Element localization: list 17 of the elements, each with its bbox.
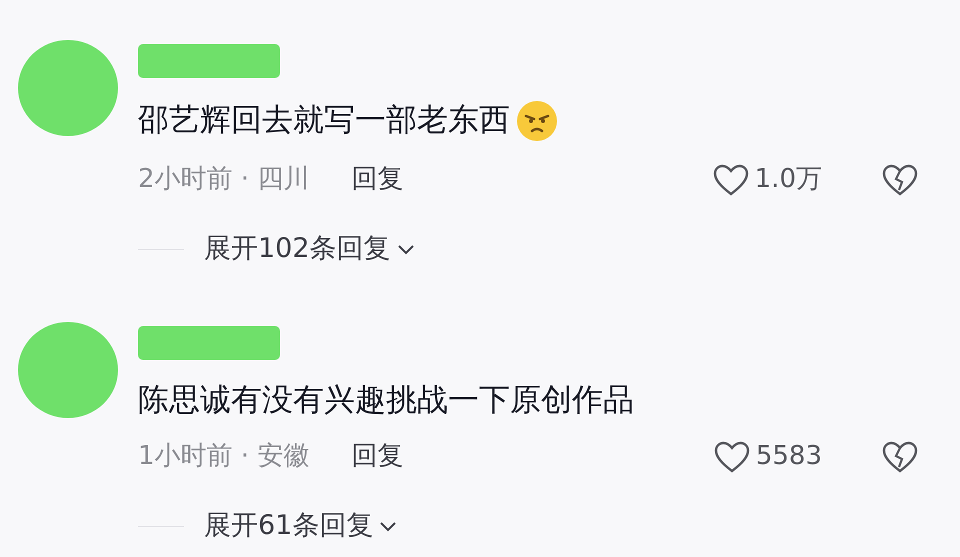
like-count: 5583 [756,440,822,474]
chevron-down-icon [396,243,415,256]
broken-heart-icon[interactable] [882,164,918,196]
heart-icon[interactable] [714,440,750,473]
time-location: 2小时前 · 四川 [138,163,310,196]
chevron-down-icon [379,520,398,532]
expand-replies-button[interactable]: 展开102条回复 [204,229,415,270]
reply-button[interactable]: 回复 [351,437,404,476]
broken-heart-icon[interactable] [882,440,918,473]
emoji-icon [516,100,558,142]
like-count: 1.0万 [754,163,822,196]
time-location: 1小时前 · 安徽 [138,440,310,474]
reply-button[interactable]: 回复 [351,160,404,199]
comment-text: 陈思诚有没有兴趣挑战一下原创作品 [138,382,634,420]
comment-text: 邵艺辉回去就写一部老东西 [138,102,510,140]
expand-replies-button[interactable]: 展开61条回复 [204,506,398,547]
heart-icon[interactable] [712,164,749,196]
